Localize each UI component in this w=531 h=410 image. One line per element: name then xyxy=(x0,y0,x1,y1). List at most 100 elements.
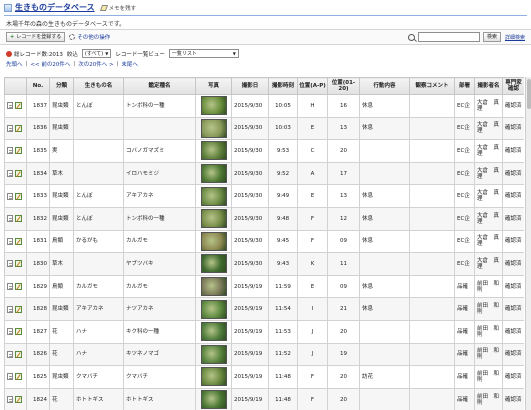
edit-icon[interactable] xyxy=(15,260,22,268)
table-row[interactable]: 1828 昆虫類 アキアカネ ナツアカネ 2015/9/19 11:54 I 21 休息 品確 前田… xyxy=(4,297,524,321)
document-icon[interactable] xyxy=(7,192,13,200)
table-row[interactable]: 1825 昆虫類 クマバチ クマバチ 2015/9/19 11:48 F 20 訪花 品確 前田 和… xyxy=(4,365,524,389)
document-icon[interactable] xyxy=(7,350,13,358)
view-select-value: 一覧リスト xyxy=(171,51,197,57)
table-row[interactable]: 1824 花ホトトギス ホトトギス 2015/9/19 11:48 F 20 品確 前田 和則確… xyxy=(4,387,524,410)
pager-last[interactable]: 末尾へ xyxy=(121,60,138,68)
edit-icon[interactable] xyxy=(15,373,22,381)
detail-search-link[interactable]: 詳細検索 xyxy=(505,34,525,41)
document-icon[interactable] xyxy=(7,215,13,223)
cell-pos-num: 20 xyxy=(327,387,360,410)
column-header[interactable]: No. xyxy=(26,77,50,95)
document-icon[interactable] xyxy=(7,237,13,245)
document-icon[interactable] xyxy=(7,260,13,268)
photo-thumbnail[interactable] xyxy=(200,322,227,342)
column-header[interactable]: 生きもの名 xyxy=(73,77,124,95)
table-row[interactable]: 1832 昆虫類 とんぼ トンボ科の一種 2015/9/30 9:48 F 12 休息 EC企 大倉… xyxy=(4,206,524,231)
table-row[interactable]: 1835 実 コバノガマズミ 2015/9/30 9:53 C 20 EC企 大倉 真理 確認済 xyxy=(4,139,524,163)
column-header[interactable]: 観察コメント xyxy=(409,77,455,95)
document-icon[interactable] xyxy=(7,170,13,178)
edit-icon[interactable] xyxy=(15,124,22,132)
cell-time: 11:52 xyxy=(268,342,298,367)
edit-icon[interactable] xyxy=(15,350,22,358)
edit-icon[interactable] xyxy=(15,170,22,178)
document-icon[interactable] xyxy=(7,373,13,381)
cell-no: 1836 xyxy=(26,116,50,141)
column-header[interactable]: 行動内容 xyxy=(359,77,410,95)
cell-comment xyxy=(409,365,455,389)
document-icon[interactable] xyxy=(7,124,13,132)
column-header[interactable]: 撮影時刻 xyxy=(268,77,298,95)
photo-thumbnail[interactable] xyxy=(200,209,227,229)
photo-thumbnail[interactable] xyxy=(200,390,227,410)
column-header[interactable]: 部署 xyxy=(454,77,475,95)
document-icon[interactable] xyxy=(7,396,13,404)
cell-dept: EC企 xyxy=(454,116,475,141)
edit-icon[interactable] xyxy=(15,102,22,110)
photo-thumbnail[interactable] xyxy=(200,277,227,297)
filter-bar: 総レコード数:2013 絞込 (すべて) ▼ レコード一覧ビュー 一覧リスト ▼ xyxy=(0,48,531,59)
edit-icon[interactable] xyxy=(15,283,22,291)
edit-icon[interactable] xyxy=(15,305,22,313)
table-row[interactable]: 1831 鳥類 かるがも カルガモ 2015/9/30 9:45 F 09 休息 EC企 大倉 真理… xyxy=(4,229,524,254)
photo-thumbnail[interactable] xyxy=(200,299,227,319)
narrow-select[interactable]: (すべて) ▼ xyxy=(81,49,112,58)
other-operations-menu[interactable]: その他の操作 xyxy=(69,33,110,41)
photo-thumbnail[interactable] xyxy=(200,141,227,161)
table-row[interactable]: 1827 花ハナ キク科の一種 2015/9/19 11:53 J 20 品確 前田 和則 確認済 xyxy=(4,319,524,344)
edit-icon[interactable] xyxy=(15,147,22,155)
photo-thumbnail[interactable] xyxy=(200,96,227,116)
column-header[interactable]: 位置(01-20) xyxy=(327,77,360,95)
document-icon[interactable] xyxy=(7,328,13,336)
photo-thumbnail[interactable] xyxy=(200,186,227,206)
photo-thumbnail[interactable] xyxy=(200,118,227,138)
scrollbar-thumb[interactable] xyxy=(527,79,531,109)
photo-cell xyxy=(195,116,232,141)
cell-species: ホトトギス xyxy=(123,387,196,410)
document-icon[interactable] xyxy=(7,102,13,110)
add-record-button[interactable]: + レコードを登録する xyxy=(6,32,66,42)
vertical-scrollbar[interactable] xyxy=(525,77,531,410)
table-row[interactable]: 1834 草木 イロハモミジ 2015/9/30 9:52 A 17 EC企 大倉 真理 確認済 xyxy=(4,161,524,186)
cell-expert: 確認済 xyxy=(502,319,524,344)
column-header[interactable]: 鑑定種名 xyxy=(123,77,196,95)
pager-first[interactable]: 先頭へ xyxy=(6,60,23,68)
edit-icon[interactable] xyxy=(15,328,22,336)
photo-thumbnail[interactable] xyxy=(200,254,227,274)
app-title-link[interactable]: 生きものデータベース xyxy=(15,2,95,13)
table-row[interactable]: 1830 草木 ヤブツバキ 2015/9/30 9:43 K 11 EC企 大倉 真理 確認済 xyxy=(4,252,524,276)
photo-thumbnail[interactable] xyxy=(200,367,227,387)
view-select[interactable]: 一覧リスト ▼ xyxy=(168,49,239,58)
column-header[interactable]: 撮影日 xyxy=(231,77,269,95)
table-row[interactable]: 1836 昆虫類 2015/9/30 10:03 E 13 休息 EC企 大倉 真理 確認済 xyxy=(4,116,524,141)
document-icon[interactable] xyxy=(7,283,13,291)
cell-time: 9:48 xyxy=(268,206,298,231)
edit-icon[interactable] xyxy=(15,215,22,223)
search-input[interactable] xyxy=(417,32,480,42)
column-header[interactable]: 位置(A-P) xyxy=(297,77,328,95)
table-row[interactable]: 1829 鳥類 カルガモ カルガモ 2015/9/19 11:59 E 09 休息 品確 前田 和則… xyxy=(4,274,524,299)
pager-next[interactable]: 次の20件へ > xyxy=(78,60,113,68)
column-header[interactable]: 分類 xyxy=(49,77,74,95)
document-icon[interactable] xyxy=(7,305,13,313)
table-row[interactable]: 1826 花ハナ キツネノマゴ 2015/9/19 11:52 J 19 品確 前田 和則 確認済 xyxy=(4,342,524,367)
cell-species: キク科の一種 xyxy=(123,319,196,344)
edit-icon[interactable] xyxy=(15,237,22,245)
photo-thumbnail[interactable] xyxy=(200,231,227,251)
pager: 先頭へ | << 前の20件へ | 次の20件へ > | 末尾へ xyxy=(0,59,531,69)
column-header[interactable]: 専門家確認 xyxy=(502,77,524,95)
photo-thumbnail[interactable] xyxy=(200,164,227,184)
search-button[interactable]: 検索 xyxy=(482,32,501,42)
memo-link[interactable]: メモを残す xyxy=(99,4,136,12)
cell-pos-num: 12 xyxy=(327,206,360,231)
edit-icon[interactable] xyxy=(15,192,22,200)
table-row[interactable]: 1837 昆虫類 とんぼ トンボ科の一種 2015/9/30 10:05 H 16 休息 EC企大… xyxy=(4,94,524,118)
document-icon[interactable] xyxy=(7,147,13,155)
edit-icon[interactable] xyxy=(15,396,22,404)
pager-prev[interactable]: << 前の20件へ xyxy=(30,60,70,68)
column-header[interactable]: 撮影者名 xyxy=(474,77,503,95)
photo-thumbnail[interactable] xyxy=(200,344,227,364)
table-row[interactable]: 1833 昆虫類 とんぼ アキアカネ 2015/9/30 9:49 E 13 休息 EC企 大倉 真… xyxy=(4,184,524,208)
row-actions xyxy=(7,147,24,155)
column-header[interactable]: 写真 xyxy=(195,77,232,95)
